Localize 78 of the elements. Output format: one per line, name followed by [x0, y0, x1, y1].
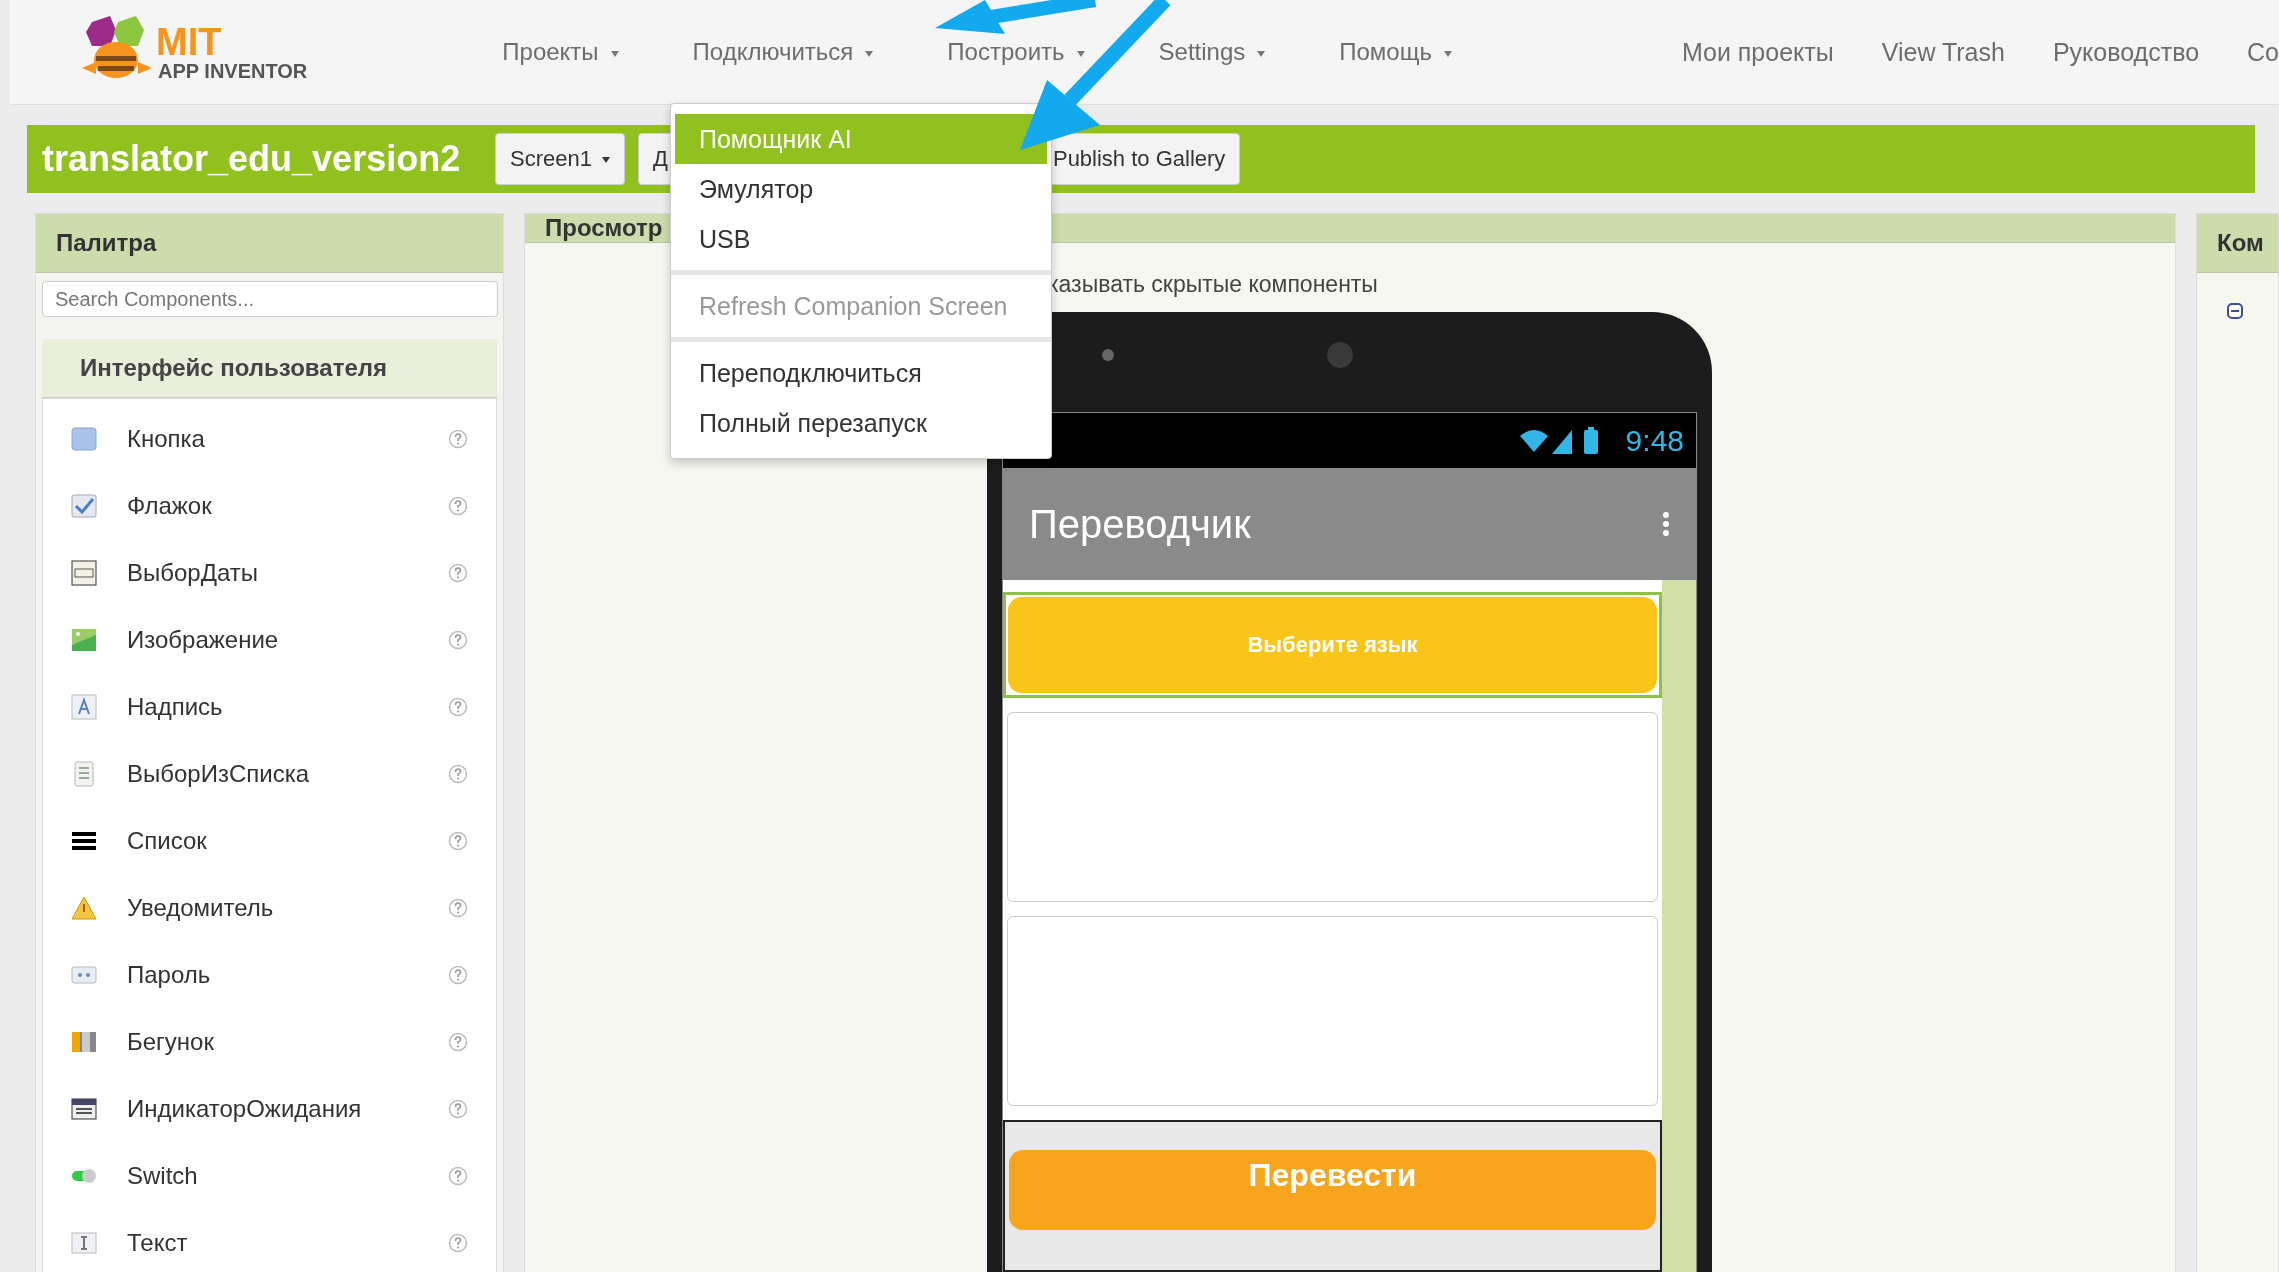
palette-item[interactable]: Флажок: [43, 472, 496, 539]
component-name: Уведомитель: [127, 893, 274, 922]
project-title: translator_edu_version2: [42, 138, 462, 180]
menu-dropdown[interactable]: Построить: [947, 38, 1085, 66]
palette-item[interactable]: Текст: [43, 1209, 496, 1272]
collapse-icon[interactable]: [2227, 303, 2243, 319]
help-icon[interactable]: [448, 763, 468, 784]
component-name: Бегунок: [127, 1027, 214, 1056]
help-icon[interactable]: [448, 1098, 468, 1119]
help-icon[interactable]: [448, 1031, 468, 1052]
caret-icon: [601, 157, 610, 164]
checkbox-icon: [71, 492, 97, 519]
nav-link[interactable]: Мои проекты: [1681, 37, 1834, 67]
help-icon[interactable]: [448, 830, 468, 851]
help-icon[interactable]: [448, 1232, 468, 1253]
nav-link[interactable]: Руководство: [2052, 37, 2200, 67]
panel-title: Просмотр: [545, 214, 663, 242]
help-icon[interactable]: [448, 1165, 468, 1186]
nav-link[interactable]: View Trash: [1881, 37, 2005, 67]
menu-dropdown[interactable]: Помощь: [1339, 38, 1452, 66]
logo-title: MIT: [156, 23, 223, 61]
logo-subtitle: APP INVENTOR: [158, 61, 308, 81]
list-icon: [71, 760, 97, 787]
panel-title: Палитра: [56, 229, 157, 257]
menu-item[interactable]: USB: [671, 214, 1051, 264]
help-icon[interactable]: [448, 696, 468, 717]
text-cursor-icon: [71, 1229, 97, 1256]
help-icon[interactable]: [448, 629, 468, 650]
palette-item[interactable]: ВыборИзСписка: [43, 740, 496, 807]
warning-icon: [71, 894, 97, 921]
app-logo[interactable]: MIT APP INVENTOR: [82, 16, 308, 88]
camera-icon: [1102, 349, 1114, 361]
help-icon[interactable]: [448, 428, 468, 449]
palette-item[interactable]: Бегунок: [43, 1008, 496, 1075]
menu-dropdown[interactable]: Подключиться: [692, 38, 874, 66]
palette-item[interactable]: Надпись: [43, 673, 496, 740]
panel-title: Ком: [2217, 229, 2264, 257]
image-icon: [71, 626, 97, 653]
help-icon[interactable]: [448, 897, 468, 918]
palette-item[interactable]: Пароль: [43, 941, 496, 1008]
speaker-icon: [1327, 342, 1353, 368]
component-name: ВыборДаты: [127, 558, 258, 587]
palette-item[interactable]: Уведомитель: [43, 874, 496, 941]
palette-item[interactable]: Список: [43, 807, 496, 874]
screen-dropdown[interactable]: Screen1: [495, 133, 625, 185]
dropdown-list-icon: [71, 1095, 97, 1122]
square-icon: [71, 425, 97, 452]
component-name: Надпись: [127, 692, 223, 721]
kebab-menu-icon[interactable]: [1662, 511, 1670, 537]
component-name: Флажок: [127, 491, 212, 520]
menu-dropdown[interactable]: Проекты: [502, 38, 619, 66]
component-name: Пароль: [127, 960, 211, 989]
menu-item[interactable]: Полный перезапуск: [671, 398, 1051, 448]
palette-item[interactable]: Изображение: [43, 606, 496, 673]
help-icon[interactable]: [448, 495, 468, 516]
help-icon[interactable]: [448, 964, 468, 985]
app-title: Переводчик: [1029, 501, 1251, 547]
palette-item[interactable]: ИндикаторОжидания: [43, 1075, 496, 1142]
component-name: ИндикаторОжидания: [127, 1094, 362, 1123]
category-title: Интерфейс пользователя: [80, 354, 387, 382]
menu-dropdown[interactable]: Settings: [1158, 38, 1266, 66]
menu-item[interactable]: Переподключиться: [671, 348, 1051, 398]
search-field[interactable]: Search Components...: [42, 281, 498, 317]
palette-item[interactable]: Switch: [43, 1142, 496, 1209]
help-icon[interactable]: [448, 562, 468, 583]
component-name: ВыборИзСписка: [127, 759, 310, 788]
component-name: Текст: [127, 1228, 188, 1257]
calendar-icon: [71, 559, 97, 586]
category-header[interactable]: Интерфейс пользователя: [42, 339, 497, 398]
status-time: 9:48: [1625, 423, 1684, 458]
nav-link[interactable]: Со: [2247, 37, 2279, 67]
palette-item[interactable]: Кнопка: [43, 405, 496, 472]
component-name: Switch: [127, 1161, 198, 1190]
palette-item[interactable]: ВыборДаты: [43, 539, 496, 606]
component-name: Изображение: [127, 625, 279, 654]
letter-icon: [71, 693, 97, 720]
component-name: Кнопка: [127, 424, 205, 453]
component-name: Список: [127, 826, 207, 855]
